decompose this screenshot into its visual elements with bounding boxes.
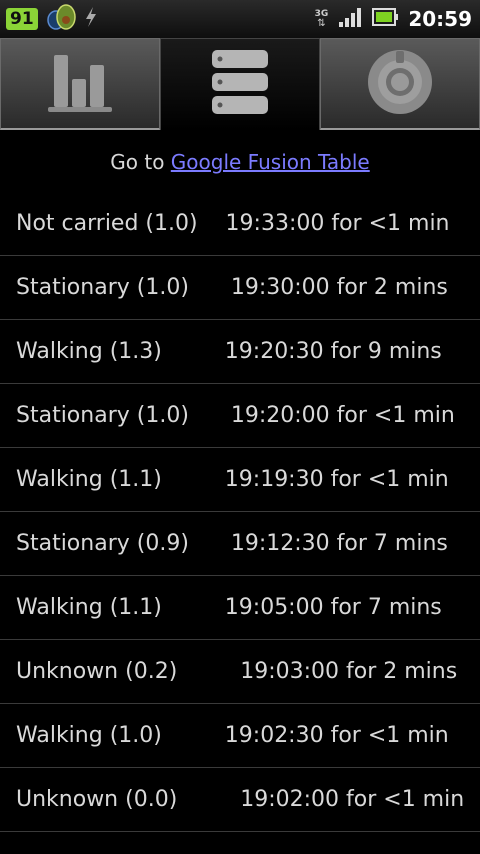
- activity-text: Unknown (0.0) 19:02:00 for <1 min: [16, 787, 465, 812]
- tab-list[interactable]: [160, 38, 320, 130]
- link-prefix: Go to: [110, 150, 171, 174]
- signal-icon: [338, 6, 362, 32]
- activity-text: Walking (1.1) 19:05:00 for 7 mins: [16, 595, 442, 620]
- settings-dial-icon: [365, 47, 435, 121]
- google-fusion-table-link[interactable]: Google Fusion Table: [171, 150, 370, 174]
- clock: 20:59: [408, 7, 472, 31]
- activity-text: Stationary (1.0) 19:20:00 for <1 min: [16, 403, 455, 428]
- activity-text: Stationary (0.9) 19:12:30 for 7 mins: [16, 531, 448, 556]
- status-bar-left: 91: [6, 4, 98, 34]
- bar-chart-icon: [48, 49, 112, 119]
- usb-debug-icon: [84, 6, 98, 32]
- 3g-icon: 3G ⇅: [314, 9, 329, 29]
- activity-list: Not carried (1.0) 19:33:00 for <1 min St…: [0, 192, 480, 832]
- activity-text: Walking (1.3) 19:20:30 for 9 mins: [16, 339, 442, 364]
- battery-icon: [372, 7, 399, 31]
- fusion-table-link-line: Go to Google Fusion Table: [0, 150, 480, 174]
- list-item[interactable]: Walking (1.0) 19:02:30 for <1 min: [0, 704, 480, 768]
- activity-text: Unknown (0.2) 19:03:00 for 2 mins: [16, 659, 458, 684]
- avocado-app-icon: [44, 2, 78, 36]
- list-item[interactable]: Stationary (0.9) 19:12:30 for 7 mins: [0, 512, 480, 576]
- list-stack-icon: [210, 48, 270, 122]
- list-item[interactable]: Walking (1.1) 19:19:30 for <1 min: [0, 448, 480, 512]
- tab-charts[interactable]: [0, 38, 160, 130]
- activity-text: Not carried (1.0) 19:33:00 for <1 min: [16, 211, 450, 236]
- list-item[interactable]: Not carried (1.0) 19:33:00 for <1 min: [0, 192, 480, 256]
- status-bar: 91 3G ⇅ 20:59: [0, 0, 480, 39]
- tab-bar: [0, 38, 480, 130]
- activity-text: Walking (1.0) 19:02:30 for <1 min: [16, 723, 449, 748]
- list-item[interactable]: Stationary (1.0) 19:20:00 for <1 min: [0, 384, 480, 448]
- battery-level-badge: 91: [6, 8, 38, 30]
- activity-text: Stationary (1.0) 19:30:00 for 2 mins: [16, 275, 448, 300]
- list-item[interactable]: Walking (1.3) 19:20:30 for 9 mins: [0, 320, 480, 384]
- list-item[interactable]: Unknown (0.2) 19:03:00 for 2 mins: [0, 640, 480, 704]
- tab-settings[interactable]: [320, 38, 480, 130]
- status-bar-right: 3G ⇅ 20:59: [315, 4, 472, 34]
- activity-text: Walking (1.1) 19:19:30 for <1 min: [16, 467, 449, 492]
- list-item[interactable]: Walking (1.1) 19:05:00 for 7 mins: [0, 576, 480, 640]
- list-item[interactable]: Stationary (1.0) 19:30:00 for 2 mins: [0, 256, 480, 320]
- list-item[interactable]: Unknown (0.0) 19:02:00 for <1 min: [0, 768, 480, 832]
